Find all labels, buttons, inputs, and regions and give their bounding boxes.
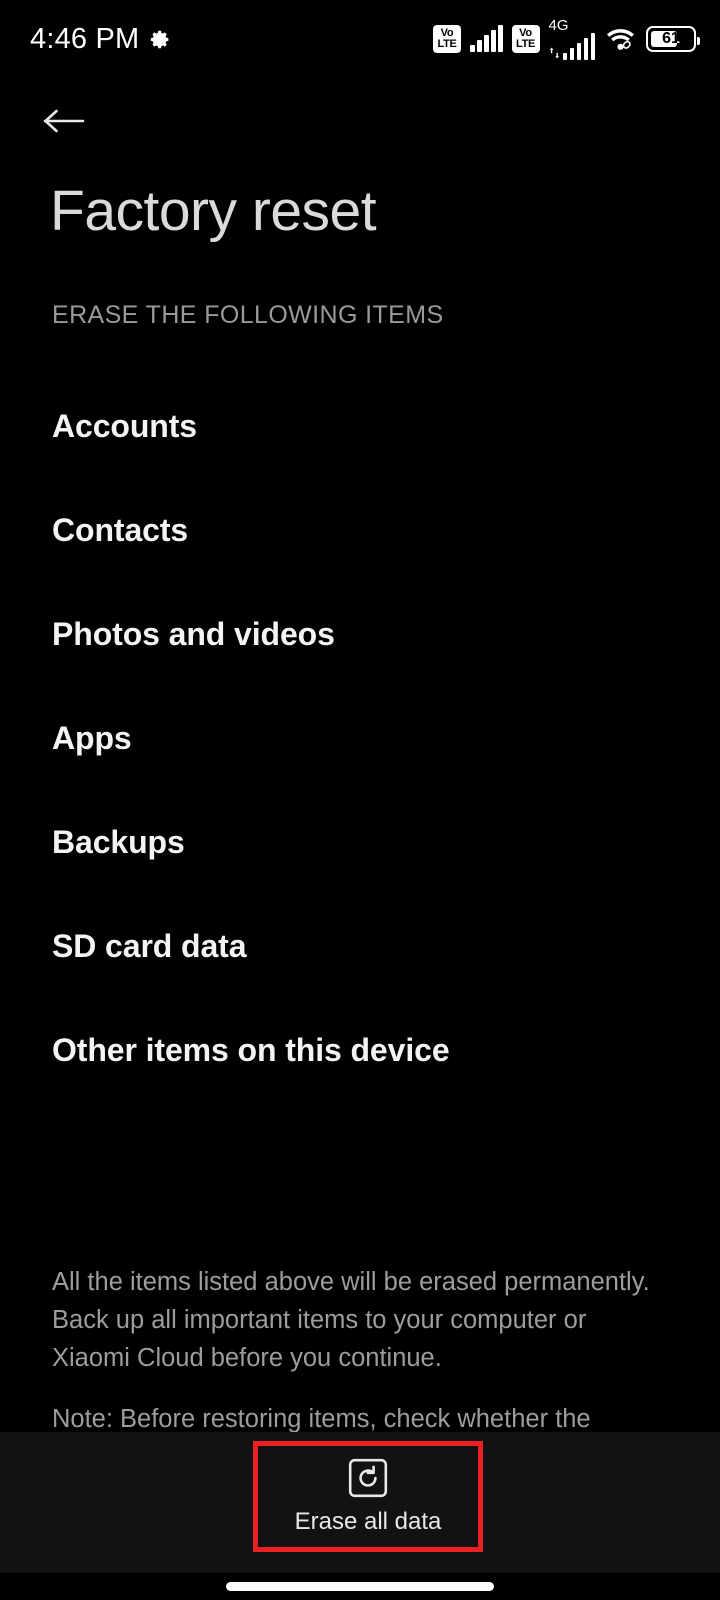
network-type-label: 4G <box>548 17 569 34</box>
network-type-indicator: 4G <box>548 17 595 60</box>
list-item: Photos and videos <box>0 582 720 686</box>
back-arrow-icon <box>42 104 86 138</box>
battery-level-label: 61 <box>662 30 680 47</box>
list-item-label: Backups <box>52 824 185 860</box>
list-item: Apps <box>0 686 720 790</box>
system-navigation-bar <box>0 1573 720 1600</box>
wifi-icon <box>604 25 637 53</box>
list-item: Other items on this device <box>0 998 720 1102</box>
list-item-label: Contacts <box>52 512 189 548</box>
list-item: SD card data <box>0 894 720 998</box>
gear-icon <box>150 29 171 50</box>
gesture-nav-pill[interactable] <box>226 1582 494 1591</box>
signal-bars-icon-sim2 <box>549 33 595 60</box>
list-item-label: Apps <box>52 720 132 756</box>
list-item-label: SD card data <box>52 928 247 964</box>
volte-label-bottom: LTE <box>437 38 457 50</box>
erase-all-data-label: Erase all data <box>294 1507 442 1535</box>
list-item: Contacts <box>0 478 720 582</box>
bottom-action-bar: Erase all data <box>0 1432 720 1573</box>
page-title: Factory reset <box>50 179 377 243</box>
list-item-label: Photos and videos <box>52 616 335 652</box>
list-item-label: Other items on this device <box>52 1032 450 1068</box>
restore-reset-icon <box>348 1458 388 1498</box>
list-item-label: Accounts <box>52 408 197 444</box>
list-item: Accounts <box>0 374 720 478</box>
section-header-label: ERASE THE FOLLOWING ITEMS <box>52 301 444 329</box>
footer-paragraph-1: All the items listed above will be erase… <box>52 1268 650 1372</box>
phone-screen: 4:46 PM Vo LTE Vo LTE 4G 61 Factory rese… <box>0 0 720 1600</box>
signal-bars-icon-sim1 <box>470 25 503 52</box>
volte-badge-sim2: Vo LTE <box>511 25 540 53</box>
status-bar: 4:46 PM Vo LTE Vo LTE 4G 61 <box>0 0 720 78</box>
list-item: Backups <box>0 790 720 894</box>
erase-all-data-button[interactable]: Erase all data <box>253 1441 483 1552</box>
volte-badge-sim1: Vo LTE <box>433 25 461 53</box>
back-button[interactable] <box>42 92 104 150</box>
status-bar-right: Vo LTE Vo LTE 4G 61 <box>433 17 700 60</box>
battery-icon: 61 <box>646 26 700 52</box>
status-clock: 4:46 PM <box>30 22 140 55</box>
volte-label-bottom: LTE <box>515 38 536 50</box>
erase-items-list: Accounts Contacts Photos and videos Apps… <box>0 374 720 1102</box>
footer-spacer <box>52 1377 652 1400</box>
status-bar-left: 4:46 PM <box>30 22 171 55</box>
